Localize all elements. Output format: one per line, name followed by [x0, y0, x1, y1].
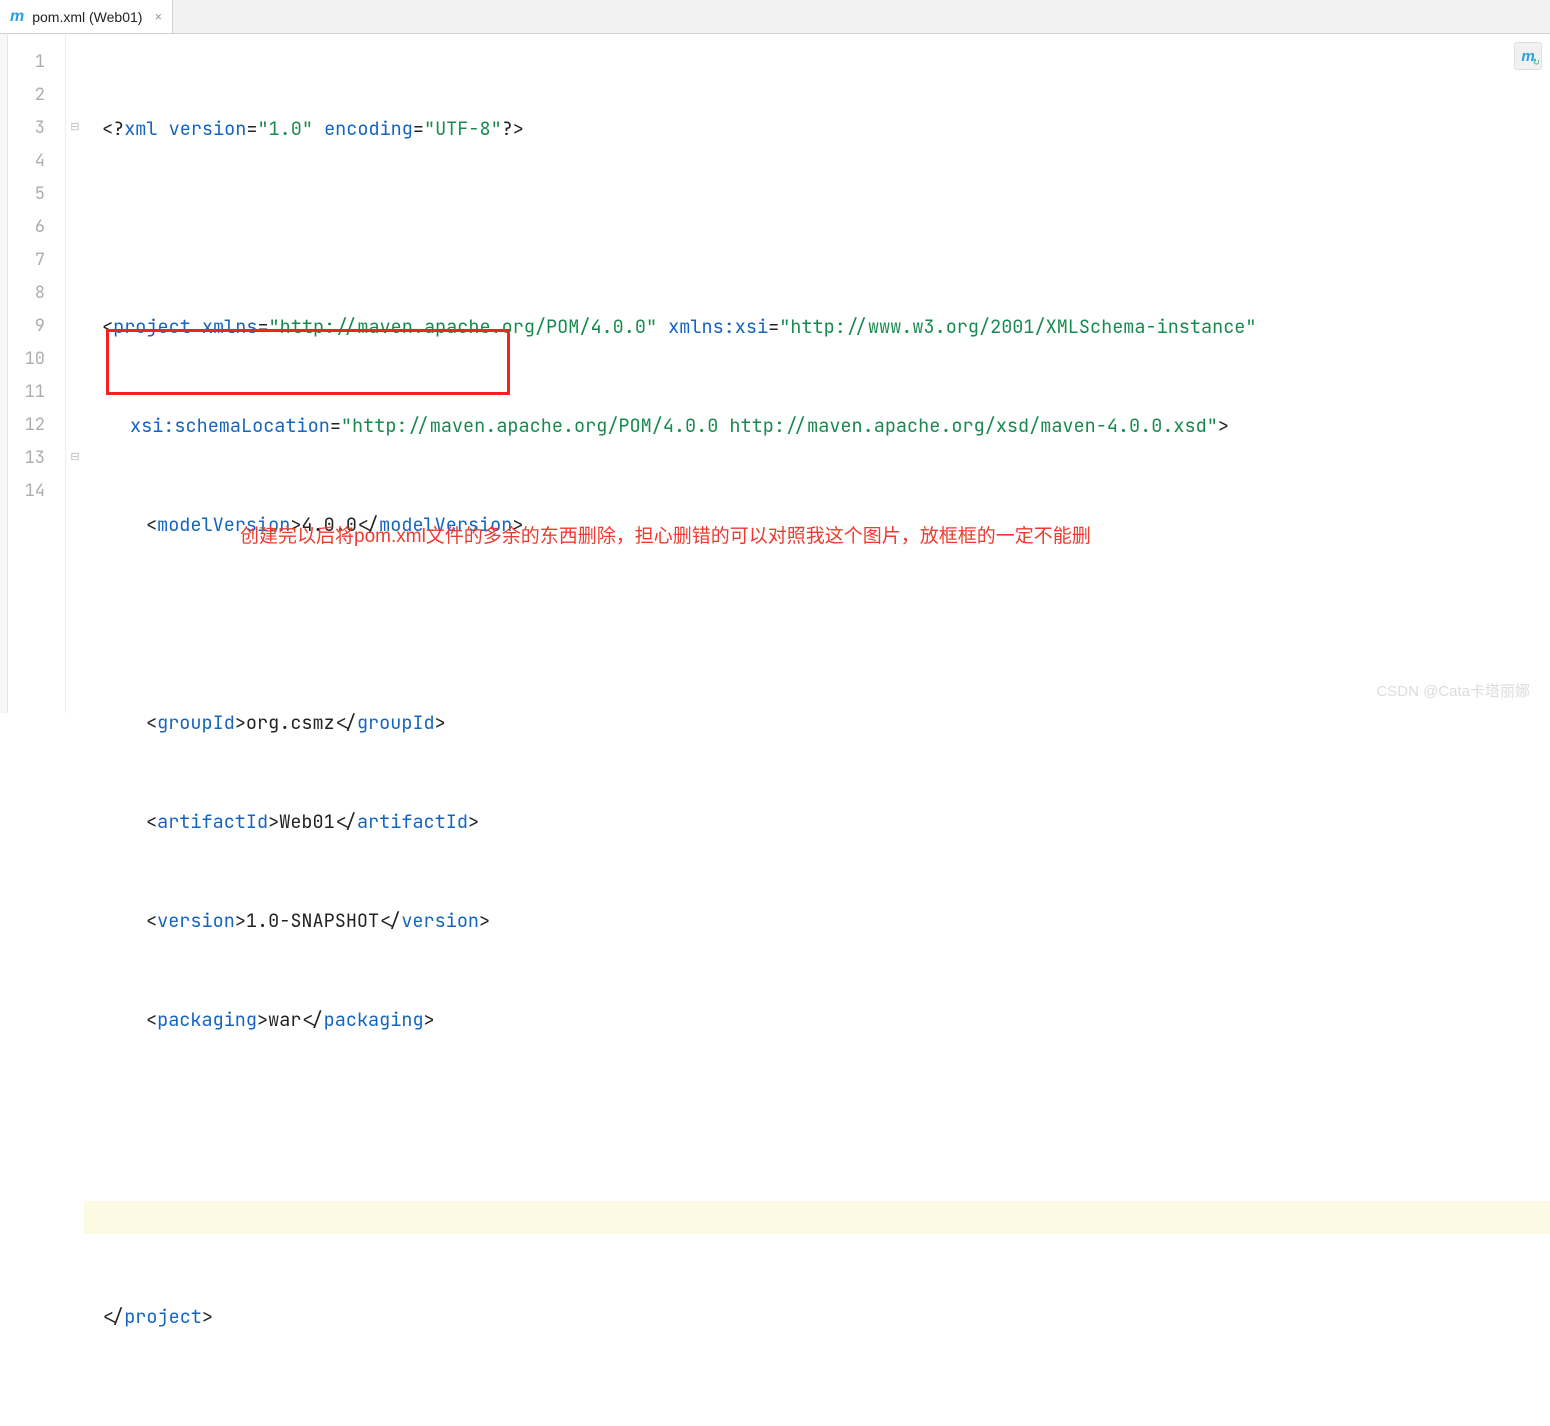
code-line [84, 607, 1550, 640]
line-number[interactable]: 13 [8, 442, 65, 475]
tab-title: pom.xml (Web01) [32, 9, 142, 25]
code-area[interactable]: <?xml version="1.0" encoding="UTF-8"?> <… [84, 34, 1550, 713]
line-number[interactable]: 6 [8, 211, 65, 244]
line-number[interactable]: 12 [8, 409, 65, 442]
tab-pom-xml[interactable]: m pom.xml (Web01) × [0, 0, 173, 33]
fold-toggle-icon[interactable]: ⊟ [66, 442, 84, 475]
close-icon[interactable]: × [150, 9, 162, 24]
line-number[interactable]: 9 [8, 310, 65, 343]
maven-reload-badge[interactable]: m ↻ [1514, 42, 1542, 70]
line-number-gutter: 1 2 3 4 5 6 7 8 9 10 11 12 13 14 [8, 34, 66, 713]
maven-icon: m [10, 8, 24, 26]
sync-icon: ↻ [1532, 57, 1540, 68]
fold-gutter: ⊟ ⊟ [66, 34, 84, 713]
code-line: </project> [84, 1300, 1550, 1333]
code-line: <?xml version="1.0" encoding="UTF-8"?> [84, 112, 1550, 145]
left-margin [0, 34, 8, 713]
line-number[interactable]: 11 [8, 376, 65, 409]
line-number[interactable]: 1 [8, 46, 65, 79]
code-line [84, 1102, 1550, 1135]
code-line [84, 1399, 1550, 1426]
line-number[interactable]: 4 [8, 145, 65, 178]
code-line: <packaging>war</packaging> [84, 1003, 1550, 1036]
code-line-current [84, 1201, 1550, 1234]
fold-toggle-icon[interactable]: ⊟ [66, 112, 84, 145]
code-line: xsi:schemaLocation="http://maven.apache.… [84, 409, 1550, 442]
tab-bar: m pom.xml (Web01) × [0, 0, 1550, 34]
line-number[interactable]: 3 [8, 112, 65, 145]
code-line: <project xmlns="http://maven.apache.org/… [84, 310, 1550, 343]
line-number[interactable]: 2 [8, 79, 65, 112]
watermark: CSDN @Cata卡塔丽娜 [1376, 680, 1530, 701]
code-line: <version>1.0-SNAPSHOT</version> [84, 904, 1550, 937]
code-line: <groupId>org.csmz</groupId> [84, 706, 1550, 739]
line-number[interactable]: 10 [8, 343, 65, 376]
line-number[interactable]: 14 [8, 475, 65, 508]
line-number[interactable]: 7 [8, 244, 65, 277]
annotation-text: 创建完以后将pom.xml文件的多余的东西删除，担心删错的可以对照我这个图片，放… [240, 520, 1091, 553]
code-line: <artifactId>Web01</artifactId> [84, 805, 1550, 838]
code-line [84, 211, 1550, 244]
line-number[interactable]: 8 [8, 277, 65, 310]
line-number[interactable]: 5 [8, 178, 65, 211]
editor: 1 2 3 4 5 6 7 8 9 10 11 12 13 14 ⊟ ⊟ <?x… [0, 34, 1550, 713]
